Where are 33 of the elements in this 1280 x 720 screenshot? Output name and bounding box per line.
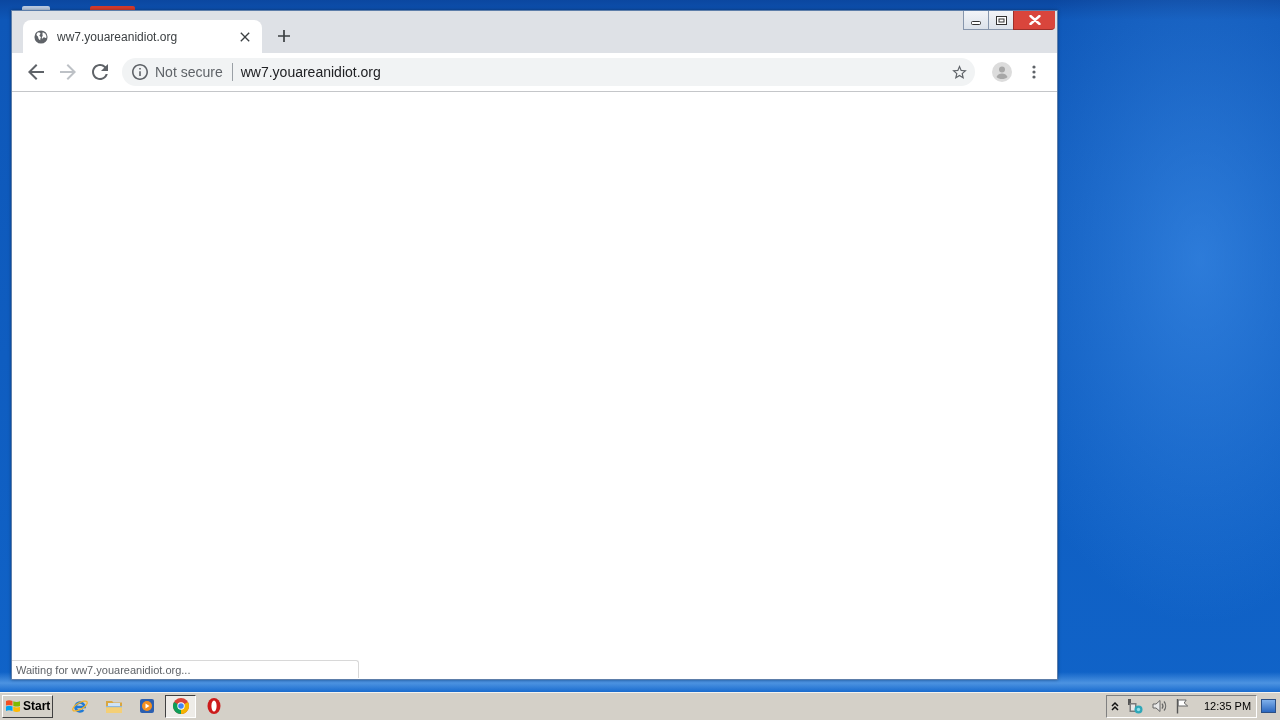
start-button[interactable]: Start [2,694,53,718]
close-icon [1028,15,1041,25]
windows-logo-icon [5,698,21,714]
close-button[interactable] [1013,11,1055,30]
site-info-button[interactable]: Not secure [130,64,223,80]
address-bar[interactable]: Not secure ww7.youareanidiot.org [122,58,975,86]
show-hidden-icon[interactable] [1111,701,1119,711]
person-icon [992,62,1012,82]
menu-icon [1032,65,1036,79]
status-bubble: Waiting for ww7.youareanidiot.org... [12,660,359,678]
star-icon [951,65,967,79]
minimize-icon [971,21,981,25]
network-icon[interactable] [1127,698,1143,714]
plus-icon [278,30,290,42]
reload-icon [92,64,108,80]
forward-arrow-icon [60,64,76,80]
url-text: ww7.youareanidiot.org [240,64,381,80]
o-logo-icon [205,697,223,715]
info-icon [132,64,148,80]
play-icon [138,697,156,715]
speaker-icon[interactable] [1151,698,1167,714]
flag-icon[interactable] [1175,698,1191,714]
minimize-button[interactable] [963,11,988,30]
taskbar-button[interactable] [165,694,196,718]
show-desktop-button[interactable] [1261,699,1276,713]
maximize-button[interactable] [988,11,1013,30]
globe-icon [34,29,48,44]
browser-tab[interactable]: ww7.youareanidiot.org [23,20,262,53]
round-logo-icon [171,697,190,715]
clock-text[interactable]: 12:35 PM [1204,700,1252,712]
restore-icon [995,15,1007,25]
e-logo-icon [71,697,89,715]
back-arrow-icon [28,64,44,80]
